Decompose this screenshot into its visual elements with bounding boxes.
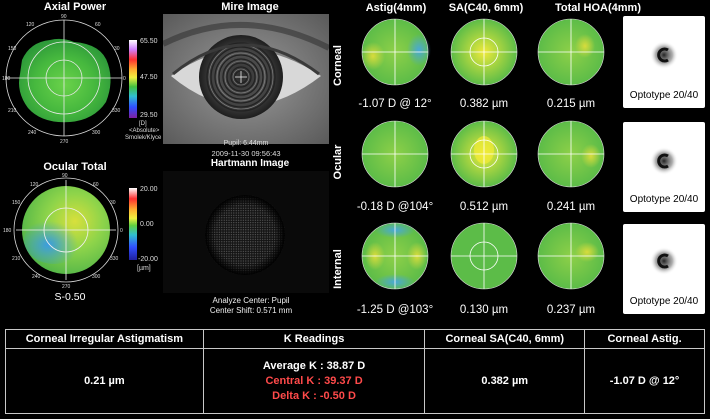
k-readings-cell: Average K : 38.87 D Central K : 39.37 D …: [202, 348, 426, 414]
corneal-astig-value-cell: -1.07 D @ 12°: [584, 348, 705, 414]
optotype-card-corneal: Optotype 20/40: [623, 16, 705, 108]
ocular-hoa-value: 0.241 µm: [546, 201, 596, 213]
optotype-label: Optotype 20/40: [629, 296, 699, 307]
map-corneal-astig: [361, 18, 431, 86]
ocular-scale-unit: [µm]: [137, 265, 151, 272]
column-header-sa: SA(C40, 6mm): [448, 2, 524, 14]
axial-scale-absolute: <Absolute>: [129, 128, 160, 134]
deg-label: 150: [8, 46, 17, 52]
optotype-label: Optotype 20/40: [629, 90, 699, 101]
ocular-total-colorbar: [129, 188, 137, 260]
map-internal-hoa: [537, 222, 605, 290]
header-corneal-astig: Corneal Astig.: [584, 329, 705, 349]
ocular-sa-value: 0.512 µm: [459, 201, 509, 213]
corneal-sa-value: 0.382 µm: [459, 98, 509, 110]
header-irregular-astig: Corneal Irregular Astigmatism: [5, 329, 204, 349]
ocular-total-map: 90 60 30 0 330 300 270 240 210 180 150 1…: [3, 173, 123, 290]
deg-label: 210: [8, 108, 17, 114]
delta-k: Delta K : -0.50 D: [272, 389, 356, 402]
column-header-astig: Astig(4mm): [365, 2, 427, 14]
row-label-corneal: Corneal: [332, 45, 344, 86]
deg-label: 240: [32, 274, 41, 280]
internal-sa-value: 0.130 µm: [459, 304, 509, 316]
hartmann-image: [163, 171, 329, 293]
optotype-card-ocular: Optotype 20/40: [623, 122, 705, 212]
optotype-label: Optotype 20/40: [629, 194, 699, 205]
deg-label: 240: [28, 130, 37, 136]
map-ocular-hoa: [537, 120, 605, 188]
deg-label: 60: [93, 182, 99, 188]
average-k: Average K : 38.87 D: [262, 359, 366, 372]
header-corneal-sa: Corneal SA(C40, 6mm): [424, 329, 586, 349]
deg-label: 0: [120, 228, 123, 234]
corneal-hoa-value: 0.215 µm: [546, 98, 596, 110]
deg-label: 120: [26, 22, 35, 28]
corneal-astig-value: -1.07 D @ 12°: [358, 98, 432, 110]
mire-image: [163, 14, 329, 144]
mire-datetime: 2009-11-30 09:56:43: [211, 149, 281, 158]
hartmann-center-shift: Center Shift: 0.571 mm: [209, 306, 293, 315]
row-label-ocular: Ocular: [332, 144, 344, 180]
axial-scale-method: Smolek/Klyce: [125, 135, 162, 141]
zernike-map-grid: [361, 18, 605, 290]
axial-power-colorbar: [129, 40, 137, 118]
axial-scale-min: 29.50: [140, 112, 158, 119]
deg-label: 300: [92, 274, 101, 280]
map-corneal-sa: [450, 18, 518, 86]
axial-scale-mid: 47.50: [140, 74, 158, 81]
axial-scale-max: 65.50: [140, 38, 158, 45]
ocular-scale-min: -20.00: [138, 256, 158, 263]
deg-label: 210: [12, 256, 21, 262]
ocular-scale-mid: 0.00: [140, 221, 154, 228]
column-header-total-hoa: Total HOA(4mm): [555, 2, 641, 14]
map-ocular-astig: [361, 120, 429, 188]
corneal-sa-value-cell: 0.382 µm: [424, 348, 586, 414]
hartmann-analyze-center: Analyze Center: Pupil: [212, 296, 290, 305]
deg-label: 90: [62, 173, 68, 179]
deg-label: 270: [60, 139, 69, 145]
row-label-internal: Internal: [332, 249, 344, 289]
optotype-psf-icon: [650, 247, 678, 275]
deg-label: 150: [12, 200, 21, 206]
deg-label: 30: [110, 200, 116, 206]
central-k: Central K : 39.37 D: [265, 374, 363, 387]
mire-image-title: Mire Image: [221, 1, 279, 13]
deg-label: 120: [30, 182, 39, 188]
mire-pupil: Pupil: 6.44mm: [223, 140, 269, 147]
deg-label: 30: [114, 46, 120, 52]
deg-label: 330: [112, 108, 121, 114]
header-k-readings: K Readings: [202, 329, 426, 349]
ocular-total-value: S-0.50: [54, 291, 86, 303]
ocular-astig-value: -0.18 D @104°: [356, 201, 434, 213]
map-internal-sa: [450, 222, 518, 290]
deg-label: 300: [92, 130, 101, 136]
hartmann-image-title: Hartmann Image: [210, 158, 290, 169]
deg-label: 0: [123, 76, 126, 82]
axial-power-map: 90 60 30 0 330 300 270 240 210 180 150 1…: [2, 14, 126, 145]
axial-scale-unit: [D]: [139, 121, 147, 127]
deg-label: 270: [62, 284, 71, 290]
optotype-card-internal: Optotype 20/40: [623, 224, 705, 314]
irregular-astig-value: 0.21 µm: [5, 348, 204, 414]
map-corneal-hoa: [537, 18, 605, 86]
deg-label: 90: [61, 14, 67, 20]
deg-label: 60: [95, 22, 101, 28]
map-internal-astig: [361, 222, 429, 290]
internal-astig-value: -1.25 D @103°: [356, 304, 434, 316]
deg-label: 180: [2, 76, 11, 82]
internal-hoa-value: 0.237 µm: [546, 304, 596, 316]
deg-label: 330: [110, 256, 119, 262]
deg-label: 180: [3, 228, 12, 234]
optotype-psf-icon: [650, 41, 678, 69]
summary-table: Corneal Irregular Astigmatism K Readings…: [5, 329, 705, 414]
map-ocular-sa: [450, 120, 518, 188]
ocular-scale-max: 20.00: [140, 186, 158, 193]
optotype-psf-icon: [650, 147, 678, 175]
